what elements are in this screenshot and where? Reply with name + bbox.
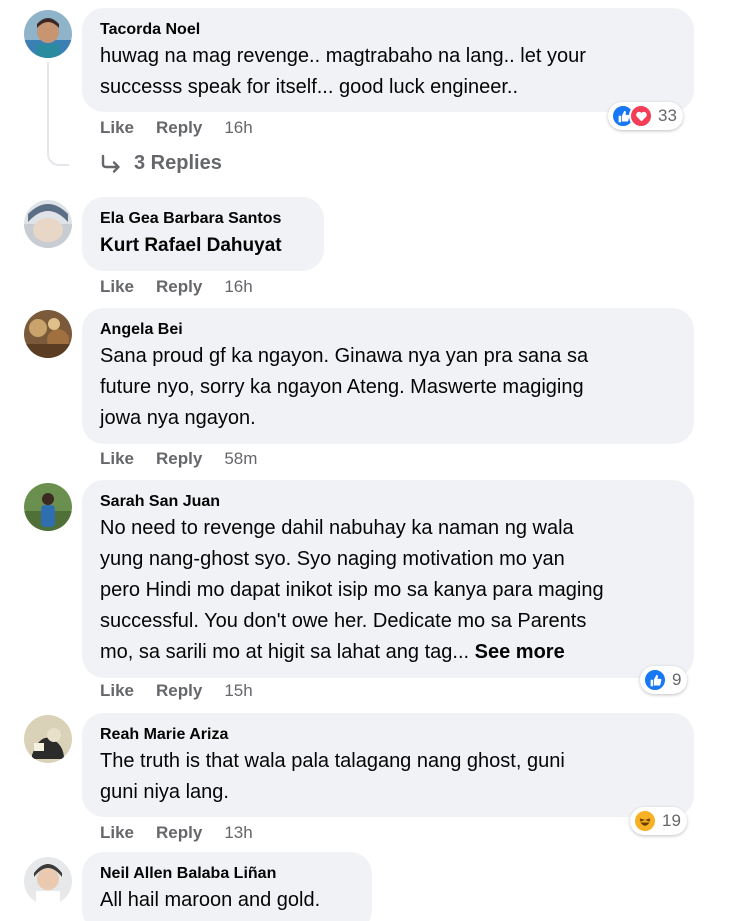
avatar[interactable] xyxy=(24,857,72,905)
thread-connector xyxy=(47,62,69,166)
comment-author[interactable]: Neil Allen Balaba Liñan xyxy=(100,863,354,885)
comment-text-line: pero Hindi mo dapat inikot isip mo sa ka… xyxy=(100,579,604,601)
comment-author[interactable]: Tacorda Noel xyxy=(100,19,676,41)
comment-text-line: Sana proud gf ka ngayon. Ginawa nya yan … xyxy=(100,345,589,367)
reaction-count: 9 xyxy=(672,670,682,689)
comment-text-line: huwag na mag revenge.. magtrabaho na lan… xyxy=(100,45,586,67)
reply-button[interactable]: Reply xyxy=(156,118,202,138)
comment-text-line: No need to revenge dahil nabuhay ka nama… xyxy=(100,517,574,539)
tagged-user-link[interactable]: Kurt Rafael Dahuyat xyxy=(100,230,306,261)
comment-timestamp[interactable]: 16h xyxy=(224,277,252,297)
comment-bubble: Sarah San Juan No need to revenge dahil … xyxy=(82,480,694,678)
comment-bubble: Angela Bei Sana proud gf ka ngayon. Gina… xyxy=(82,308,694,444)
comment-text-line: guni niya lang. xyxy=(100,781,229,803)
like-button[interactable]: Like xyxy=(100,681,134,701)
comment-actions: Like Reply 16h xyxy=(100,277,253,297)
comment-author[interactable]: Angela Bei xyxy=(100,319,676,341)
haha-icon xyxy=(633,809,657,833)
reply-button[interactable]: Reply xyxy=(156,823,202,843)
comment-text-line: successful. You don't owe her. Dedicate … xyxy=(100,610,587,632)
like-icon xyxy=(643,668,667,692)
reaction-count: 33 xyxy=(658,106,677,125)
comment-actions: Like Reply 13h xyxy=(100,823,253,843)
comment-timestamp[interactable]: 15h xyxy=(224,681,252,701)
comment-text-line: yung nang-ghost syo. Syo naging motivati… xyxy=(100,548,565,570)
comment-bubble: Ela Gea Barbara Santos Kurt Rafael Dahuy… xyxy=(82,197,324,271)
comment-actions: Like Reply 58m xyxy=(100,449,257,469)
avatar[interactable] xyxy=(24,715,72,763)
comment-actions: Like Reply 15h xyxy=(100,681,253,701)
comment-author[interactable]: Reah Marie Ariza xyxy=(100,724,676,746)
reaction-summary[interactable]: 9 xyxy=(640,666,688,694)
comment-text-line: All hail maroon and gold. xyxy=(100,889,321,911)
view-replies-button[interactable]: 3 Replies xyxy=(100,152,222,175)
like-button[interactable]: Like xyxy=(100,449,134,469)
like-button[interactable]: Like xyxy=(100,277,134,297)
replies-label[interactable]: 3 Replies xyxy=(134,152,222,175)
like-button[interactable]: Like xyxy=(100,118,134,138)
comment-text-line: The truth is that wala pala talagang nan… xyxy=(100,750,565,772)
comment-timestamp[interactable]: 58m xyxy=(224,449,257,469)
comment-timestamp[interactable]: 13h xyxy=(224,823,252,843)
comment-author[interactable]: Sarah San Juan xyxy=(100,491,676,513)
comment-text-line: successs speak for itself... good luck e… xyxy=(100,76,518,98)
reply-button[interactable]: Reply xyxy=(156,449,202,469)
avatar[interactable] xyxy=(24,200,72,248)
avatar[interactable] xyxy=(24,310,72,358)
comment-bubble: Tacorda Noel huwag na mag revenge.. magt… xyxy=(82,8,694,112)
see-more-link[interactable]: See more xyxy=(475,641,565,663)
reply-button[interactable]: Reply xyxy=(156,681,202,701)
comment-text-line: future nyo, sorry ka ngayon Ateng. Maswe… xyxy=(100,376,584,398)
love-icon xyxy=(629,104,653,128)
comment-text-line: mo, sa sarili mo at higit sa lahat ang t… xyxy=(100,637,676,668)
comment-actions: Like Reply 16h xyxy=(100,118,253,138)
reply-button[interactable]: Reply xyxy=(156,277,202,297)
avatar[interactable] xyxy=(24,10,72,58)
comment-timestamp[interactable]: 16h xyxy=(224,118,252,138)
comment-author[interactable]: Ela Gea Barbara Santos xyxy=(100,208,306,230)
reaction-summary[interactable]: 33 xyxy=(608,102,683,130)
reaction-summary[interactable]: 19 xyxy=(630,807,687,835)
comment-bubble: Reah Marie Ariza The truth is that wala … xyxy=(82,713,694,817)
comment-text-fragment: mo, sa sarili mo at higit sa lahat ang t… xyxy=(100,641,470,663)
like-button[interactable]: Like xyxy=(100,823,134,843)
avatar[interactable] xyxy=(24,483,72,531)
reply-arrow-icon xyxy=(101,154,120,173)
comment-bubble: Neil Allen Balaba Liñan All hail maroon … xyxy=(82,852,372,921)
reaction-count: 19 xyxy=(662,811,681,830)
comment-text-line: jowa nya ngayon. xyxy=(100,407,256,429)
